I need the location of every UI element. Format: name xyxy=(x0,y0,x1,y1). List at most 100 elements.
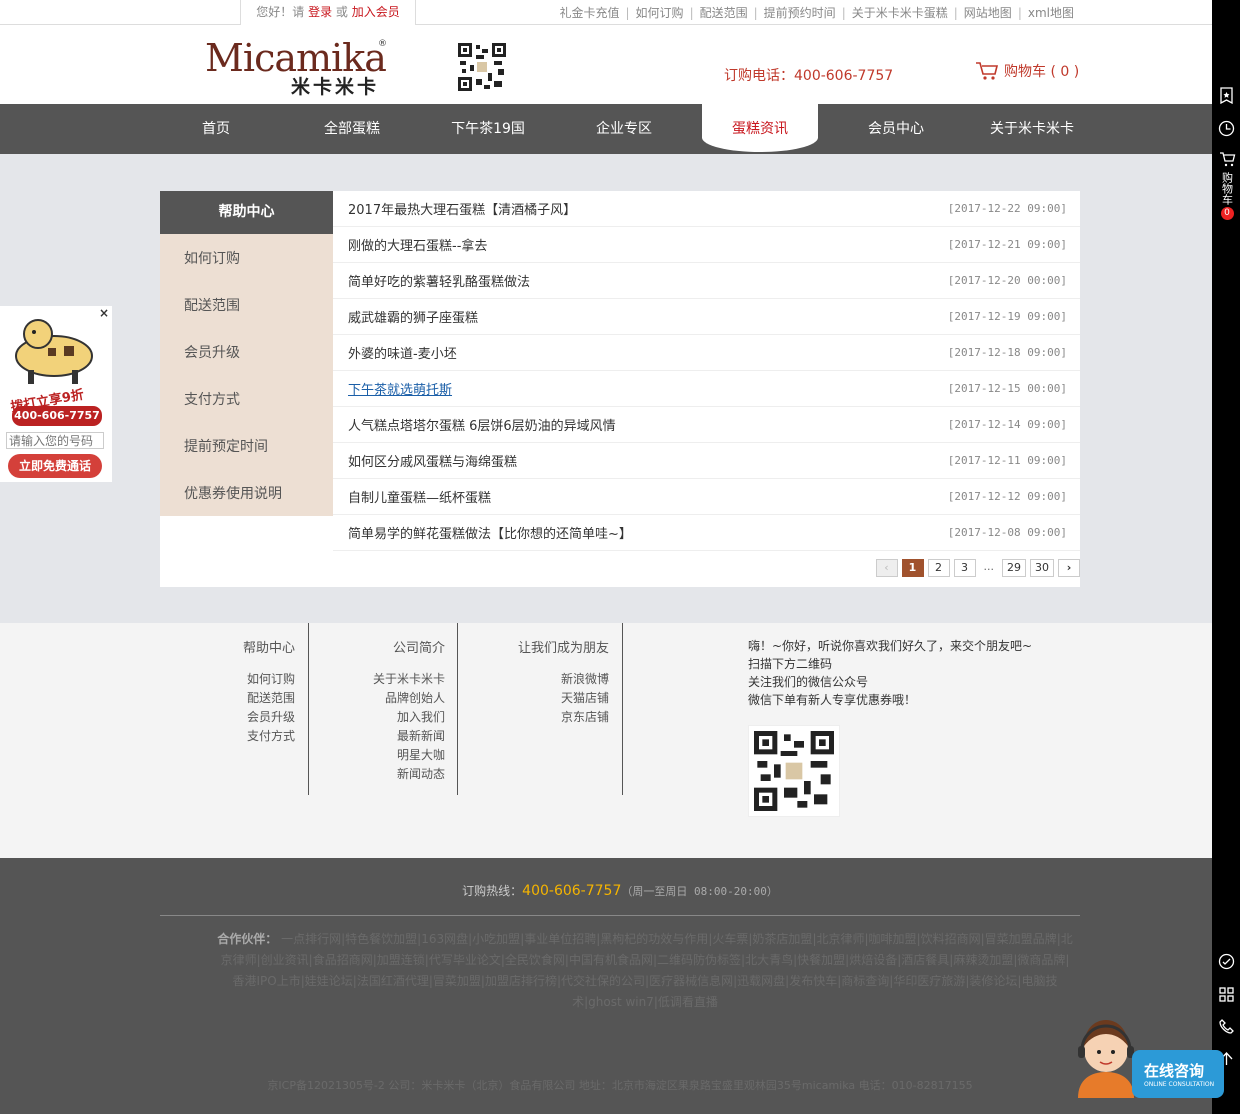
service-icon[interactable] xyxy=(1218,953,1235,970)
footer-link[interactable]: 明星大咖 xyxy=(309,746,445,765)
partner-link[interactable]: 香港IPO上市 xyxy=(233,974,301,988)
nav-member-center[interactable]: 会员中心 xyxy=(828,104,964,154)
partner-link[interactable]: 代交社保的公司 xyxy=(561,974,645,988)
article-title[interactable]: 自制儿童蛋糕—纸杯蛋糕 xyxy=(348,487,491,506)
partner-link[interactable]: 代写毕业论文 xyxy=(429,953,501,967)
footer-link[interactable]: 最新新闻 xyxy=(309,727,445,746)
partner-link[interactable]: 北大青鸟 xyxy=(745,953,793,967)
login-link[interactable]: 登录 xyxy=(308,5,332,19)
toplink-xml-sitemap[interactable]: xml地图 xyxy=(1028,4,1074,21)
online-consult-widget[interactable]: 在线咨询 ONLINE CONSULTATION xyxy=(1072,1016,1224,1098)
partner-link[interactable]: 加盟连锁 xyxy=(377,953,425,967)
page-1-button[interactable]: 1 xyxy=(901,559,924,577)
article-title[interactable]: 人气糕点塔塔尔蛋糕 6层饼6层奶油的异域风情 xyxy=(348,415,616,434)
article-title[interactable]: 如何区分戚风蛋糕与海绵蛋糕 xyxy=(348,451,517,470)
join-link[interactable]: 加入会员 xyxy=(352,5,400,19)
page-next-button[interactable]: › xyxy=(1058,559,1080,577)
partner-link[interactable]: 北京律师 xyxy=(816,932,864,946)
article-title[interactable]: 刚做的大理石蛋糕--拿去 xyxy=(348,235,487,254)
footer-link[interactable]: 配送范围 xyxy=(200,689,295,708)
partner-link[interactable]: 医疗器械信息网 xyxy=(649,974,733,988)
partner-link[interactable]: 华印医疗旅游 xyxy=(893,974,965,988)
footer-link[interactable]: 如何订购 xyxy=(200,670,295,689)
sidebar-item-delivery[interactable]: 配送范围 xyxy=(160,281,333,328)
sidebar-item-how-to-order[interactable]: 如何订购 xyxy=(160,234,333,281)
sidebar-item-reserve-time[interactable]: 提前预定时间 xyxy=(160,422,333,469)
toplink-reserve-time[interactable]: 提前预约时间 xyxy=(764,4,836,21)
partner-link[interactable]: 烘焙设备 xyxy=(849,953,897,967)
partner-link[interactable]: 163网盘 xyxy=(421,932,468,946)
sidebar-item-member-upgrade[interactable]: 会员升级 xyxy=(160,328,333,375)
article-title[interactable]: 威武雄霸的狮子座蛋糕 xyxy=(348,307,478,326)
phone-number-input[interactable] xyxy=(6,432,104,449)
partner-link[interactable]: ghost win7 xyxy=(588,995,654,1009)
toplink-sitemap[interactable]: 网站地图 xyxy=(964,4,1012,21)
nav-cake-news[interactable]: 蛋糕资讯 xyxy=(692,104,828,154)
partner-link[interactable]: 微商品牌 xyxy=(1017,953,1065,967)
partner-link[interactable]: 装修论坛 xyxy=(969,974,1017,988)
partner-link[interactable]: 黑枸杞的功效与作用 xyxy=(600,932,708,946)
partner-link[interactable]: 咖啡加盟 xyxy=(869,932,917,946)
toolbar-cart[interactable]: 购物车 0 xyxy=(1216,152,1238,220)
footer-link-jd[interactable]: 京东店铺 xyxy=(458,708,609,727)
partner-link[interactable]: 饮料招商网 xyxy=(921,932,981,946)
partner-link[interactable]: 二维码防伪标签 xyxy=(657,953,741,967)
article-title[interactable]: 下午茶就选萌托斯 xyxy=(348,379,452,398)
cart-link[interactable]: 购物车 ( 0 ) xyxy=(975,61,1079,81)
partner-link[interactable]: 发布快车 xyxy=(789,974,837,988)
page-30-button[interactable]: 30 xyxy=(1030,559,1054,577)
nav-enterprise[interactable]: 企业专区 xyxy=(556,104,692,154)
partner-link[interactable]: 商标查询 xyxy=(841,974,889,988)
partner-link[interactable]: 冒菜加盟品牌 xyxy=(985,932,1057,946)
page-3-button[interactable]: 3 xyxy=(953,559,976,577)
partner-link[interactable]: 酒店餐具 xyxy=(901,953,949,967)
favorite-icon[interactable] xyxy=(1218,87,1235,104)
nav-afternoon-tea[interactable]: 下午茶19国 xyxy=(420,104,556,154)
partner-link[interactable]: 小吃加盟 xyxy=(472,932,520,946)
partner-link[interactable]: 创业资讯 xyxy=(261,953,309,967)
nav-about[interactable]: 关于米卡米卡 xyxy=(964,104,1100,154)
footer-link[interactable]: 新闻动态 xyxy=(309,765,445,784)
partner-link[interactable]: 中国有机食品网 xyxy=(569,953,653,967)
partner-link[interactable]: 全民饮食网 xyxy=(505,953,565,967)
partner-link[interactable]: 食品招商网 xyxy=(313,953,373,967)
footer-link[interactable]: 会员升级 xyxy=(200,708,295,727)
close-icon[interactable]: × xyxy=(99,306,109,320)
footer-link[interactable]: 品牌创始人 xyxy=(309,689,445,708)
toplink-delivery[interactable]: 配送范围 xyxy=(700,4,748,21)
partner-link[interactable]: 娃娃论坛 xyxy=(305,974,353,988)
sidebar-item-coupon[interactable]: 优惠券使用说明 xyxy=(160,469,333,516)
footer-link[interactable]: 关于米卡米卡 xyxy=(309,670,445,689)
toplink-about[interactable]: 关于米卡米卡蛋糕 xyxy=(852,4,948,21)
page-29-button[interactable]: 29 xyxy=(1002,559,1026,577)
partner-link[interactable]: 冒菜加盟 xyxy=(433,974,481,988)
history-icon[interactable] xyxy=(1218,120,1235,137)
article-title[interactable]: 简单易学的鲜花蛋糕做法【比你想的还简单哇~】 xyxy=(348,523,632,542)
partner-link[interactable]: 麻辣烫加盟 xyxy=(953,953,1013,967)
partner-link[interactable]: 特色餐饮加盟 xyxy=(345,932,417,946)
qrcode-icon[interactable] xyxy=(1218,986,1235,1003)
article-title[interactable]: 外婆的味道-麦小坯 xyxy=(348,343,457,362)
footer-link[interactable]: 支付方式 xyxy=(200,727,295,746)
footer-link[interactable]: 加入我们 xyxy=(309,708,445,727)
page-prev-button[interactable]: ‹ xyxy=(875,559,898,577)
consult-button[interactable]: 在线咨询 ONLINE CONSULTATION xyxy=(1132,1050,1224,1098)
brand-logo[interactable]: Micamika 米卡米卡 ® xyxy=(205,39,387,98)
sidebar-item-payment[interactable]: 支付方式 xyxy=(160,375,333,422)
free-call-button[interactable]: 立即免费通话 xyxy=(8,454,102,478)
page-2-button[interactable]: 2 xyxy=(927,559,950,577)
partner-link[interactable]: 法国红酒代理 xyxy=(357,974,429,988)
partner-link[interactable]: 奶茶店加盟 xyxy=(752,932,812,946)
partner-link[interactable]: 迅载网盘 xyxy=(737,974,785,988)
article-title[interactable]: 简单好吃的紫薯轻乳酪蛋糕做法 xyxy=(348,271,530,290)
toplink-giftcard[interactable]: 礼金卡充值 xyxy=(559,4,619,21)
footer-link-tmall[interactable]: 天猫店铺 xyxy=(458,689,609,708)
nav-all-cakes[interactable]: 全部蛋糕 xyxy=(284,104,420,154)
footer-link-weibo[interactable]: 新浪微博 xyxy=(458,670,609,689)
partner-link[interactable]: 事业单位招聘 xyxy=(524,932,596,946)
partner-link[interactable]: 加盟店排行榜 xyxy=(485,974,557,988)
toplink-how-to-order[interactable]: 如何订购 xyxy=(636,4,684,21)
article-title[interactable]: 2017年最热大理石蛋糕【清酒橘子风】 xyxy=(348,199,576,218)
nav-home[interactable]: 首页 xyxy=(148,104,284,154)
partner-link[interactable]: 一点排行网 xyxy=(281,932,341,946)
